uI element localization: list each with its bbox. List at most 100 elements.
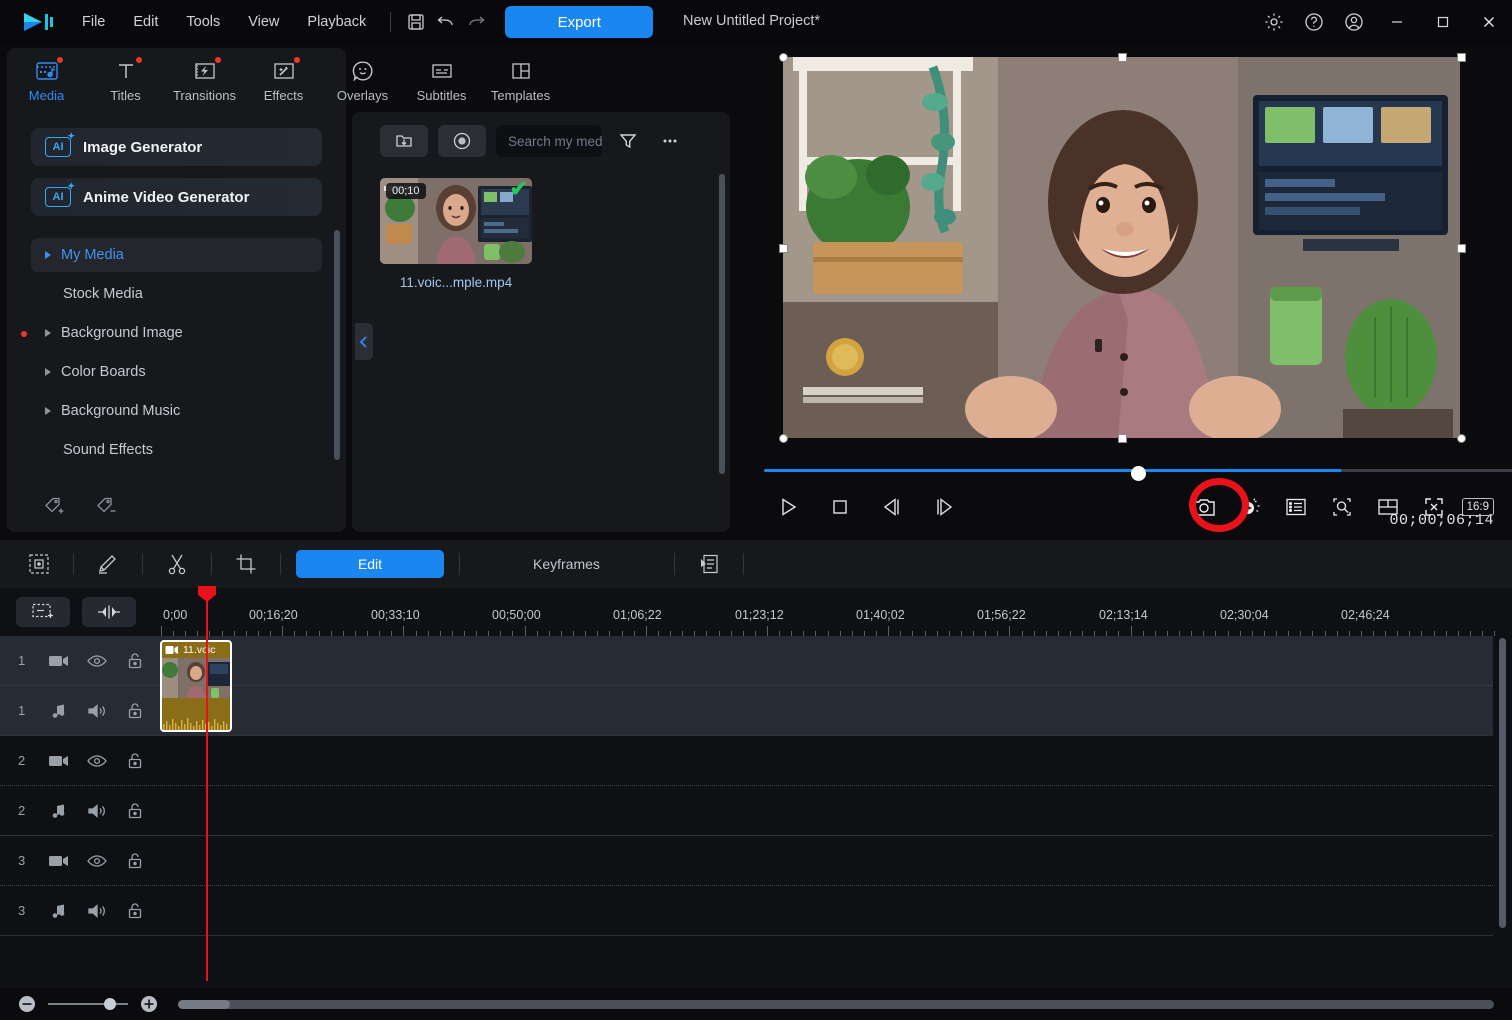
search-input-wrapper[interactable] bbox=[496, 125, 602, 157]
playback-progress-track[interactable] bbox=[1342, 469, 1512, 472]
tag-remove-icon[interactable] bbox=[93, 492, 123, 520]
playback-progress-fill[interactable] bbox=[764, 469, 1342, 472]
help-icon[interactable] bbox=[1294, 0, 1334, 44]
table-row[interactable]: 2 bbox=[0, 786, 1493, 836]
menu-view[interactable]: View bbox=[234, 8, 293, 36]
menu-playback[interactable]: Playback bbox=[293, 8, 380, 36]
track-lane[interactable] bbox=[155, 686, 1493, 735]
properties-icon[interactable] bbox=[690, 548, 728, 580]
account-icon[interactable] bbox=[1334, 0, 1374, 44]
record-icon[interactable] bbox=[438, 125, 486, 157]
zoom-out-icon[interactable] bbox=[10, 991, 44, 1017]
redo-icon[interactable] bbox=[461, 9, 491, 35]
stop-button[interactable] bbox=[822, 490, 858, 524]
timeline-ruler[interactable]: 0;00 00;16;20 00;33;10 00;50;00 01;06;22… bbox=[155, 588, 1500, 636]
marker-pen-icon[interactable] bbox=[89, 548, 127, 580]
zoom-slider-knob[interactable] bbox=[104, 998, 116, 1010]
auto-reframe-icon[interactable] bbox=[20, 548, 58, 580]
track-lane[interactable] bbox=[155, 836, 1493, 885]
maximize-icon[interactable] bbox=[1420, 0, 1466, 44]
import-media-icon[interactable] bbox=[380, 125, 428, 157]
search-input[interactable] bbox=[508, 134, 602, 149]
selection-handle-bl[interactable] bbox=[779, 434, 788, 443]
unlock-icon[interactable] bbox=[116, 752, 154, 770]
render-preview-button[interactable] bbox=[1232, 490, 1268, 524]
track-lane[interactable] bbox=[155, 886, 1493, 935]
aspect-ratio-button[interactable]: 16:9 bbox=[1462, 498, 1494, 516]
tab-subtitles[interactable]: Subtitles bbox=[402, 49, 481, 111]
unlock-icon[interactable] bbox=[116, 852, 154, 870]
tab-effects[interactable]: Effects bbox=[244, 49, 323, 111]
zoom-in-icon[interactable] bbox=[132, 991, 166, 1017]
playhead[interactable] bbox=[206, 588, 208, 981]
close-icon[interactable] bbox=[1466, 0, 1512, 44]
selection-handle-br[interactable] bbox=[1457, 434, 1466, 443]
sidebar-item-sound-effects[interactable]: Sound Effects bbox=[31, 433, 322, 467]
eye-icon[interactable] bbox=[78, 653, 116, 669]
tag-add-icon[interactable] bbox=[41, 492, 71, 520]
tab-keyframes[interactable]: Keyframes bbox=[515, 550, 618, 578]
tab-transitions[interactable]: Transitions bbox=[165, 49, 244, 111]
markers-button[interactable] bbox=[1278, 490, 1314, 524]
speaker-icon[interactable] bbox=[78, 702, 116, 720]
save-icon[interactable] bbox=[401, 9, 431, 35]
selection-handle-tl[interactable] bbox=[779, 53, 788, 62]
scrollbar-thumb[interactable] bbox=[178, 1000, 230, 1009]
timeline-horizontal-scrollbar[interactable] bbox=[178, 1000, 1494, 1009]
eye-icon[interactable] bbox=[78, 753, 116, 769]
panel-collapse-button[interactable] bbox=[355, 323, 373, 360]
unlock-icon[interactable] bbox=[116, 902, 154, 920]
track-lane[interactable] bbox=[155, 786, 1493, 835]
media-item[interactable]: 00;10 ✔ 11.voic...mple.mp4 bbox=[380, 178, 532, 290]
tab-overlays[interactable]: Overlays bbox=[323, 49, 402, 111]
zoom-preview-button[interactable] bbox=[1324, 490, 1360, 524]
prev-frame-button[interactable] bbox=[874, 490, 910, 524]
sidebar-item-stock-media[interactable]: Stock Media bbox=[31, 277, 322, 311]
sidebar-item-background-music[interactable]: Background Music bbox=[31, 394, 322, 428]
fullscreen-button[interactable] bbox=[1416, 490, 1452, 524]
speaker-icon[interactable] bbox=[78, 802, 116, 820]
eye-icon[interactable] bbox=[78, 853, 116, 869]
add-track-icon[interactable] bbox=[16, 597, 70, 627]
selection-handle-tm[interactable] bbox=[1118, 53, 1127, 62]
more-options-icon[interactable] bbox=[654, 125, 686, 157]
timeline-clip[interactable]: 11.voic bbox=[160, 640, 232, 732]
export-button[interactable]: Export bbox=[505, 6, 653, 38]
filter-icon[interactable] bbox=[612, 125, 644, 157]
tab-templates[interactable]: Templates bbox=[481, 49, 560, 111]
sidebar-scrollbar[interactable] bbox=[334, 230, 340, 460]
track-lane[interactable] bbox=[155, 736, 1493, 785]
crop-icon[interactable] bbox=[227, 548, 265, 580]
image-generator-button[interactable]: AI Image Generator bbox=[31, 128, 322, 166]
zoom-slider-track[interactable] bbox=[48, 1003, 128, 1005]
snapshot-button[interactable] bbox=[1186, 490, 1222, 524]
table-row[interactable]: 3 bbox=[0, 836, 1493, 886]
sidebar-item-background-image[interactable]: Background Image bbox=[31, 316, 322, 350]
unlock-icon[interactable] bbox=[116, 702, 154, 720]
gear-icon[interactable] bbox=[1254, 0, 1294, 44]
split-view-button[interactable] bbox=[1370, 490, 1406, 524]
minimize-icon[interactable] bbox=[1374, 0, 1420, 44]
timeline-vertical-scrollbar[interactable] bbox=[1499, 638, 1506, 928]
media-panel-scrollbar[interactable] bbox=[719, 174, 725, 474]
tab-titles[interactable]: Titles bbox=[86, 49, 165, 111]
split-scissors-icon[interactable] bbox=[158, 548, 196, 580]
menu-edit[interactable]: Edit bbox=[119, 8, 172, 36]
menu-tools[interactable]: Tools bbox=[172, 8, 234, 36]
tab-edit[interactable]: Edit bbox=[296, 550, 444, 578]
playback-scrubber-knob[interactable] bbox=[1131, 466, 1146, 481]
unlock-icon[interactable] bbox=[116, 652, 154, 670]
undo-icon[interactable] bbox=[431, 9, 461, 35]
selection-handle-mr[interactable] bbox=[1457, 244, 1466, 253]
table-row[interactable]: 2 bbox=[0, 736, 1493, 786]
speaker-icon[interactable] bbox=[78, 902, 116, 920]
menu-file[interactable]: File bbox=[68, 8, 119, 36]
tab-media[interactable]: Media bbox=[7, 49, 86, 111]
sidebar-item-my-media[interactable]: My Media bbox=[31, 238, 322, 272]
play-button[interactable] bbox=[770, 490, 806, 524]
table-row[interactable]: 3 bbox=[0, 886, 1493, 936]
selection-handle-bm[interactable] bbox=[1118, 434, 1127, 443]
fit-timeline-icon[interactable] bbox=[82, 597, 136, 627]
sidebar-item-color-boards[interactable]: Color Boards bbox=[31, 355, 322, 389]
unlock-icon[interactable] bbox=[116, 802, 154, 820]
